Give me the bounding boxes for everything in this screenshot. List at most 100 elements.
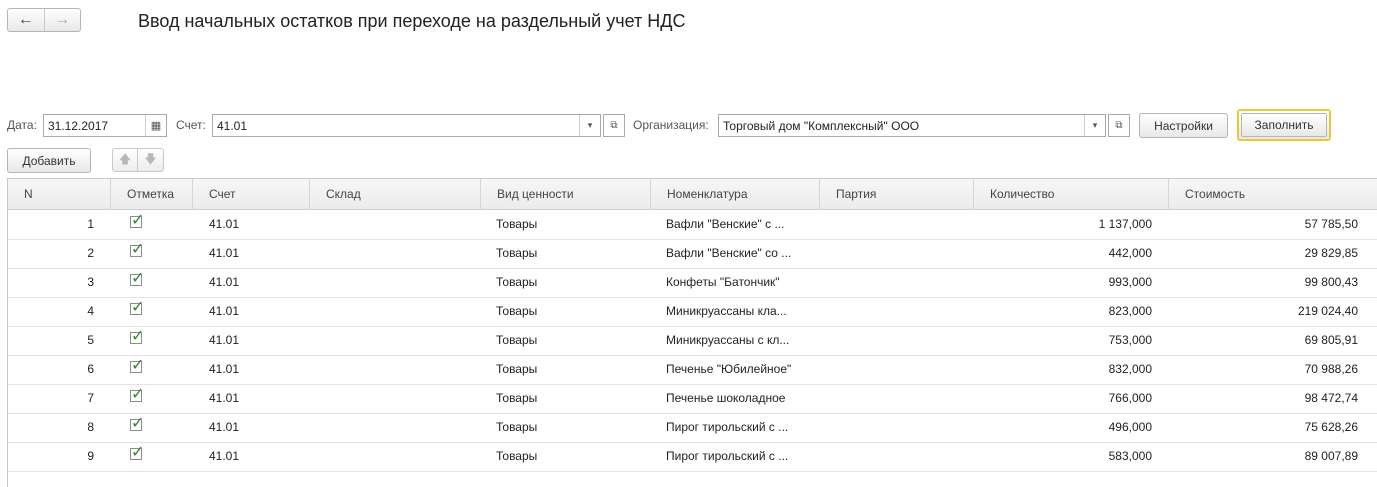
row-nomenclature: Миникруассаны кла...	[666, 304, 787, 318]
page-title: Ввод начальных остатков при переходе на …	[138, 11, 686, 31]
row-nomenclature: Печенье "Юбилейное"	[666, 362, 792, 376]
column-header-warehouse[interactable]: Склад	[310, 179, 481, 209]
date-value: 31.12.2017	[48, 119, 109, 133]
row-value-type: Товары	[496, 420, 538, 434]
row-account: 41.01	[209, 304, 240, 318]
row-number: 6	[87, 362, 94, 376]
row-cost: 98 472,74	[1304, 391, 1358, 405]
account-label: Счет:	[176, 118, 206, 132]
row-value-type: Товары	[496, 275, 538, 289]
row-number: 4	[87, 304, 94, 318]
row-nomenclature: Миникруассаны с кл...	[666, 333, 790, 347]
row-quantity: 1 137,000	[1098, 217, 1152, 231]
row-number: 7	[87, 391, 94, 405]
row-value-type: Товары	[496, 449, 538, 463]
row-quantity: 753,000	[1108, 333, 1152, 347]
row-number: 8	[87, 420, 94, 434]
row-warehouse	[326, 442, 476, 471]
row-value-type: Товары	[496, 333, 538, 347]
table-row[interactable]: 2 41.01 Товары Вафли "Венские" со ... 442,00…	[8, 239, 1377, 269]
table-row[interactable]: 5 41.01 Товары Миникруассаны с кл... 753,000…	[8, 326, 1377, 356]
chevron-down-icon[interactable]: ▾	[579, 115, 600, 136]
column-header-cost[interactable]: Стоимость	[1169, 179, 1377, 209]
back-arrow-icon[interactable]: ←	[8, 9, 45, 31]
move-down-icon[interactable]: 🡇	[138, 148, 164, 172]
organization-label: Организация:	[633, 118, 709, 132]
calendar-icon[interactable]: ▦	[145, 115, 166, 136]
open-account-icon[interactable]: ⧉	[603, 114, 625, 137]
row-warehouse	[326, 384, 476, 413]
account-field[interactable]: 41.01 ▾	[212, 114, 601, 137]
table-row[interactable]: 9 41.01 Товары Пирог тирольский с ... 583,00…	[8, 442, 1377, 472]
row-cost: 89 007,89	[1304, 449, 1358, 463]
row-cost: 69 805,91	[1304, 333, 1358, 347]
table-row[interactable]: 1 41.01 Товары Вафли "Венские" с ... 1 137,0…	[8, 210, 1377, 240]
row-batch	[836, 442, 966, 471]
row-warehouse	[326, 268, 476, 297]
row-value-type: Товары	[496, 362, 538, 376]
checkbox-icon[interactable]: ✓	[130, 213, 144, 229]
row-cost: 29 829,85	[1304, 246, 1358, 260]
row-batch	[836, 413, 966, 442]
row-batch	[836, 239, 966, 268]
row-number: 9	[87, 449, 94, 463]
row-warehouse	[326, 326, 476, 355]
row-quantity: 832,000	[1108, 362, 1152, 376]
row-number: 2	[87, 246, 94, 260]
organization-field[interactable]: Торговый дом "Комплексный" ООО ▾	[718, 114, 1106, 137]
column-header-nomenclature[interactable]: Номенклатура	[651, 179, 820, 209]
row-account: 41.01	[209, 420, 240, 434]
row-account: 41.01	[209, 391, 240, 405]
column-header-value-type[interactable]: Вид ценности	[481, 179, 651, 209]
row-value-type: Товары	[496, 246, 538, 260]
column-header-n[interactable]: N	[8, 179, 111, 209]
checkbox-icon[interactable]: ✓	[130, 445, 144, 461]
move-up-icon[interactable]: 🡅	[112, 148, 138, 172]
row-value-type: Товары	[496, 391, 538, 405]
row-cost: 75 628,26	[1304, 420, 1358, 434]
column-header-mark[interactable]: Отметка	[111, 179, 193, 209]
balances-table: N Отметка Счет Склад Вид ценности Номенк…	[7, 178, 1377, 487]
row-warehouse	[326, 239, 476, 268]
column-header-batch[interactable]: Партия	[820, 179, 974, 209]
row-warehouse	[326, 210, 476, 239]
account-value: 41.01	[217, 119, 248, 133]
row-value-type: Товары	[496, 304, 538, 318]
open-organization-icon[interactable]: ⧉	[1108, 114, 1130, 137]
add-button[interactable]: Добавить	[7, 148, 91, 173]
forward-arrow-icon[interactable]: →	[45, 9, 81, 31]
chevron-down-icon[interactable]: ▾	[1084, 115, 1105, 136]
checkbox-icon[interactable]: ✓	[130, 387, 144, 403]
row-cost: 219 024,40	[1297, 304, 1358, 318]
table-row[interactable]: 3 41.01 Товары Конфеты "Батончик" 993,000 99 …	[8, 268, 1377, 298]
table-row[interactable]: 4 41.01 Товары Миникруассаны кла... 823,000 2…	[8, 297, 1377, 327]
fill-button[interactable]: Заполнить	[1237, 109, 1331, 141]
column-header-account[interactable]: Счет	[193, 179, 310, 209]
row-account: 41.01	[209, 362, 240, 376]
checkbox-icon[interactable]: ✓	[130, 242, 144, 258]
row-account: 41.01	[209, 449, 240, 463]
settings-button[interactable]: Настройки	[1139, 113, 1228, 138]
checkbox-icon[interactable]: ✓	[130, 358, 144, 374]
row-batch	[836, 297, 966, 326]
table-row[interactable]: 7 41.01 Товары Печенье шоколадное 766,000 98 …	[8, 384, 1377, 414]
row-cost: 70 988,26	[1304, 362, 1358, 376]
table-row[interactable]: 8 41.01 Товары Пирог тирольский с ... 496,00…	[8, 413, 1377, 443]
checkbox-icon[interactable]: ✓	[130, 271, 144, 287]
row-nomenclature: Вафли "Венские" со ...	[666, 246, 792, 260]
row-batch	[836, 355, 966, 384]
column-header-quantity[interactable]: Количество	[974, 179, 1169, 209]
row-quantity: 442,000	[1108, 246, 1152, 260]
checkbox-icon[interactable]: ✓	[130, 300, 144, 316]
checkbox-icon[interactable]: ✓	[130, 416, 144, 432]
table-row[interactable]: 6 41.01 Товары Печенье "Юбилейное" 832,000 70…	[8, 355, 1377, 385]
row-quantity: 766,000	[1108, 391, 1152, 405]
table-header: N Отметка Счет Склад Вид ценности Номенк…	[8, 179, 1377, 210]
checkbox-icon[interactable]: ✓	[130, 329, 144, 345]
row-batch	[836, 210, 966, 239]
fill-button-label: Заполнить	[1241, 113, 1327, 137]
row-number: 1	[87, 217, 94, 231]
date-field[interactable]: 31.12.2017 ▦	[43, 114, 167, 137]
row-cost: 99 800,43	[1304, 275, 1358, 289]
row-cost: 57 785,50	[1304, 217, 1358, 231]
